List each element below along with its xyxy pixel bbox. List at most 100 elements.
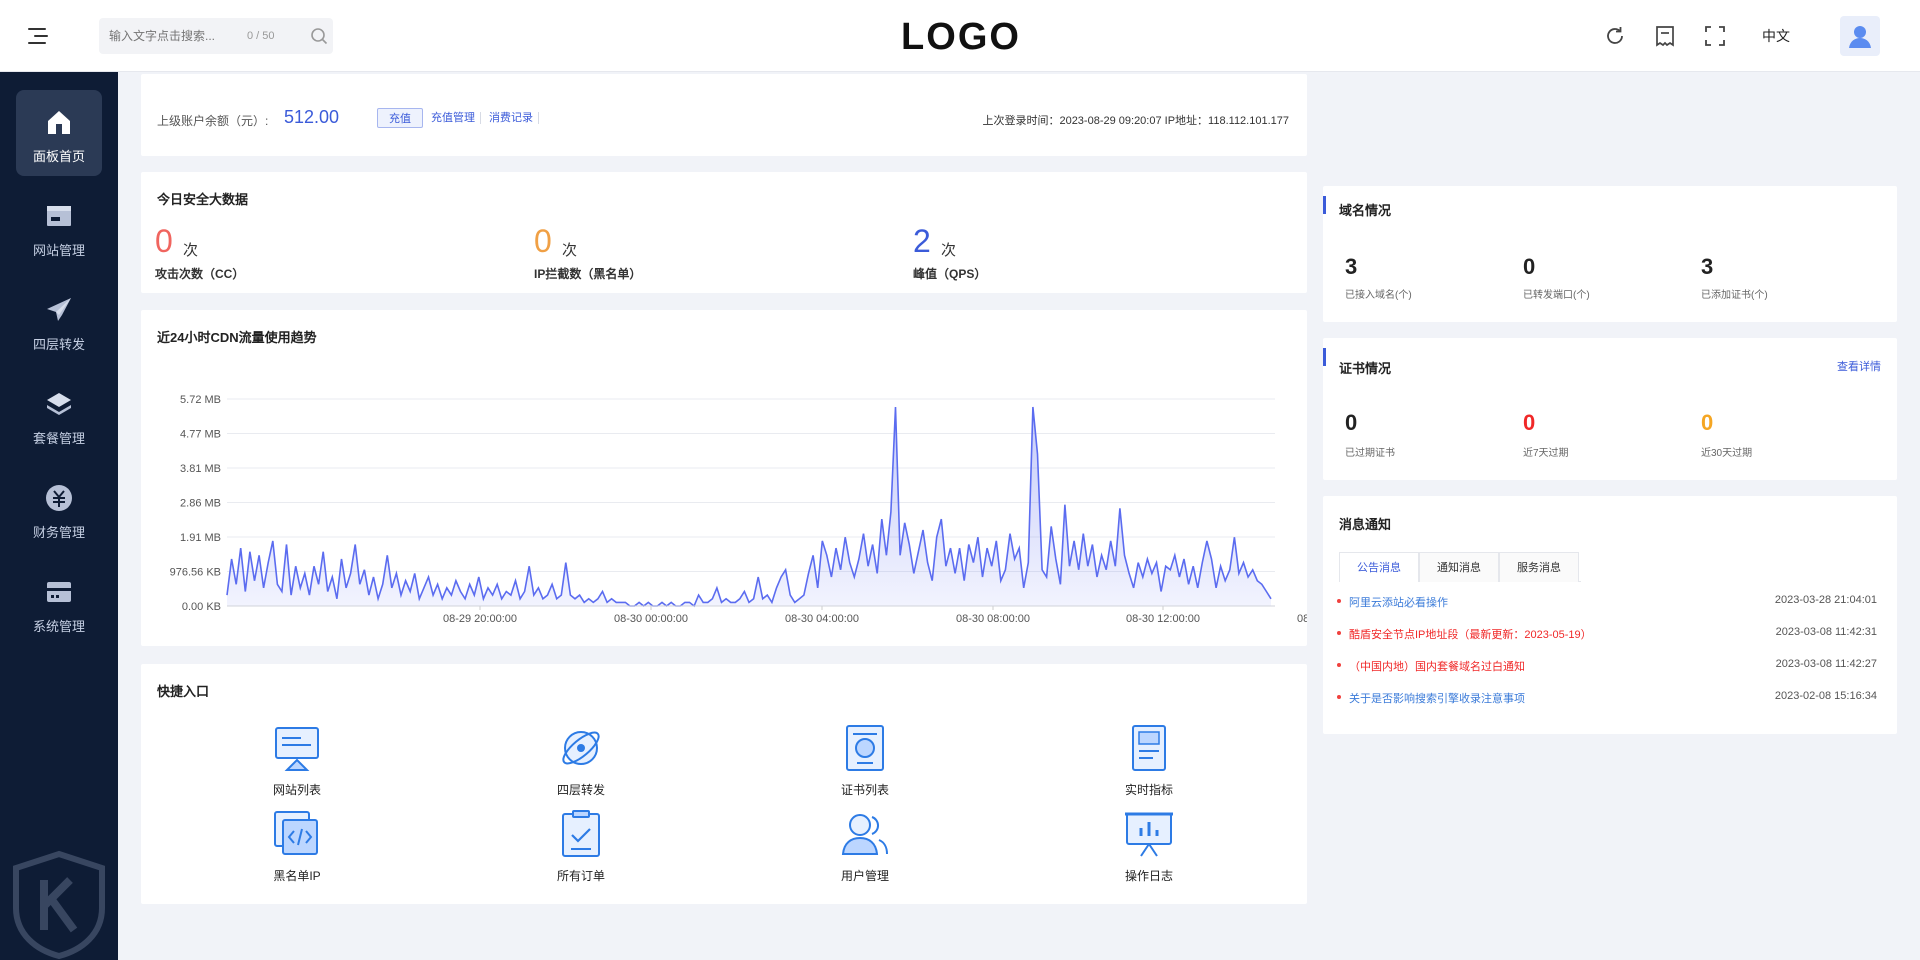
tab-announcements[interactable]: 公告消息	[1339, 552, 1419, 582]
recharge-manage-link[interactable]: 充值管理	[431, 108, 475, 128]
quick-all-orders[interactable]: 所有订单	[521, 810, 641, 884]
quick-label: 用户管理	[840, 869, 889, 883]
sidebar-item-label: 财务管理	[32, 525, 85, 540]
search-icon[interactable]	[310, 27, 328, 45]
expired-label: 已过期证书	[1345, 448, 1395, 459]
y-tick-label: 3.81 MB	[180, 463, 221, 475]
qps-label: 峰值（QPS）	[913, 267, 987, 281]
quick-label: 所有订单	[556, 869, 605, 883]
fullscreen-icon[interactable]	[1703, 24, 1727, 48]
quick-certificate-list[interactable]: 证书列表	[805, 724, 925, 798]
view-detail-link[interactable]: 查看详情	[1837, 358, 1881, 374]
x-tick-label: 08-30 16:00:00	[1297, 613, 1307, 625]
sidebar-item-system[interactable]: 系统管理	[16, 560, 102, 646]
menu-toggle-icon[interactable]	[26, 24, 52, 48]
ip-block-label: IP拦截数（黑名单）	[534, 267, 642, 281]
sidebar-item-label: 面板首页	[32, 149, 85, 164]
tab-service-messages[interactable]: 服务消息	[1499, 552, 1579, 582]
domain-count-label: 已接入域名(个)	[1345, 290, 1412, 301]
notice-title[interactable]: 阿里云添站必看操作	[1349, 594, 1448, 610]
avatar[interactable]	[1840, 16, 1880, 56]
sidebar-item-label: 四层转发	[32, 337, 85, 352]
qps-peak-count: 2	[913, 223, 931, 259]
tab-notifications[interactable]: 通知消息	[1419, 552, 1499, 582]
search-box: 0 / 50	[99, 18, 333, 54]
bullet-dot	[1337, 695, 1341, 699]
domain-card: 域名情况 3 已接入域名(个) 0 已转发端口(个) 3 已添加证书(个)	[1323, 186, 1897, 322]
user-avatar-icon	[1849, 26, 1871, 48]
quick-entry-card: 快捷入口 网站列表 四层转发 证书列表 实时指标 黑名单IP 所有订单 用户管理…	[141, 664, 1307, 904]
bullet-dot	[1337, 631, 1341, 635]
website-icon	[43, 200, 75, 232]
logo: LOGO	[880, 14, 1042, 58]
last-login-info: 上次登录时间：2023-08-29 09:20:07 IP地址：118.112.…	[982, 115, 1289, 127]
quick-realtime-metrics[interactable]: 实时指标	[1089, 724, 1209, 798]
quick-label: 四层转发	[556, 783, 605, 797]
ip-block-count: 0	[534, 223, 552, 259]
top-bar: 0 / 50 LOGO 中文	[0, 0, 1920, 72]
port-count: 0	[1523, 254, 1536, 279]
logo-text: LOGO	[901, 16, 1021, 58]
system-icon	[43, 576, 75, 608]
language-switch[interactable]: 中文	[1762, 26, 1790, 46]
notice-date: 2023-03-08 11:42:27	[1775, 658, 1877, 670]
x-tick-label: 08-30 04:00:00	[785, 613, 859, 625]
search-input[interactable]	[109, 29, 247, 43]
quick-operation-log[interactable]: 操作日志	[1089, 810, 1209, 884]
yen-icon	[43, 482, 75, 514]
y-tick-label: 2.86 MB	[180, 498, 221, 510]
y-tick-label: 1.91 MB	[180, 532, 221, 544]
attack-label: 攻击次数（CC）	[155, 267, 245, 281]
security-title: 今日安全大数据	[157, 192, 249, 207]
code-blacklist-icon	[274, 811, 318, 855]
notice-date: 2023-03-28 21:04:01	[1774, 594, 1877, 606]
quick-label: 黑名单IP	[273, 869, 321, 883]
consume-record-link[interactable]: 消费记录	[489, 108, 533, 128]
sidebar: 面板首页 网站管理 四层转发 套餐管理 财务管理 系统管理	[0, 72, 118, 960]
bullet-dot	[1337, 663, 1341, 667]
sidebar-item-website[interactable]: 网站管理	[16, 184, 102, 270]
quick-label: 证书列表	[840, 783, 889, 797]
certificate-icon	[846, 725, 884, 771]
bullet-dot	[1337, 599, 1341, 603]
recharge-button[interactable]: 充值	[377, 108, 423, 128]
refresh-icon[interactable]	[1603, 24, 1627, 48]
sidebar-item-dashboard[interactable]: 面板首页	[16, 90, 102, 176]
notice-title[interactable]: 酷盾安全节点IP地址段（最新更新：2023-05-19）	[1349, 626, 1592, 642]
port-count-label: 已转发端口(个)	[1523, 290, 1590, 301]
website-list-icon	[275, 727, 319, 771]
paper-plane-icon	[43, 294, 75, 326]
quick-label: 实时指标	[1124, 783, 1173, 797]
y-tick-label: 976.56 KB	[170, 567, 221, 579]
sidebar-item-package[interactable]: 套餐管理	[16, 372, 102, 458]
expire-30d-label: 近30天过期	[1701, 448, 1753, 459]
sidebar-item-forward[interactable]: 四层转发	[16, 278, 102, 364]
notes-icon[interactable]	[1653, 24, 1677, 48]
notice-title[interactable]: （中国内地）国内套餐域名过白通知	[1349, 658, 1525, 674]
balance-value: 512.00	[284, 107, 340, 127]
sidebar-item-label: 系统管理	[32, 619, 85, 634]
realtime-metrics-icon	[1132, 725, 1166, 771]
x-tick-label: 08-29 20:00:00	[443, 613, 517, 625]
quick-blacklist-ip[interactable]: 黑名单IP	[237, 810, 357, 884]
expire-30d-count: 0	[1701, 410, 1714, 435]
attack-count: 0	[155, 223, 173, 259]
list-item: （中国内地）国内套餐域名过白通知 2023-03-08 11:42:27	[1337, 658, 1877, 674]
notice-date: 2023-03-08 11:42:31	[1775, 626, 1877, 638]
security-card: 今日安全大数据 0 次 攻击次数（CC） 0 次 IP拦截数（黑名单） 2 次 …	[141, 172, 1307, 293]
search-counter: 0 / 50	[247, 30, 275, 42]
notice-title[interactable]: 关于是否影响搜索引擎收录注意事项	[1349, 690, 1525, 706]
quick-layer4-forward[interactable]: 四层转发	[521, 724, 641, 798]
account-card: 上级账户余额（元）: 512.00 充值 充值管理 消费记录 上次登录时间：20…	[141, 74, 1307, 156]
certificate-title: 证书情况	[1339, 361, 1392, 376]
quick-user-manage[interactable]: 用户管理	[805, 810, 925, 884]
quick-label: 操作日志	[1124, 869, 1173, 883]
sidebar-item-label: 套餐管理	[32, 431, 85, 446]
certificate-card: 证书情况 查看详情 0 已过期证书 0 近7天过期 0 近30天过期	[1323, 338, 1897, 480]
orders-icon	[562, 810, 600, 857]
quick-website-list[interactable]: 网站列表	[237, 724, 357, 798]
expired-count: 0	[1345, 410, 1358, 435]
sidebar-item-finance[interactable]: 财务管理	[16, 466, 102, 552]
expire-7d-count: 0	[1523, 410, 1536, 435]
balance-label: 上级账户余额（元）:	[157, 114, 269, 128]
